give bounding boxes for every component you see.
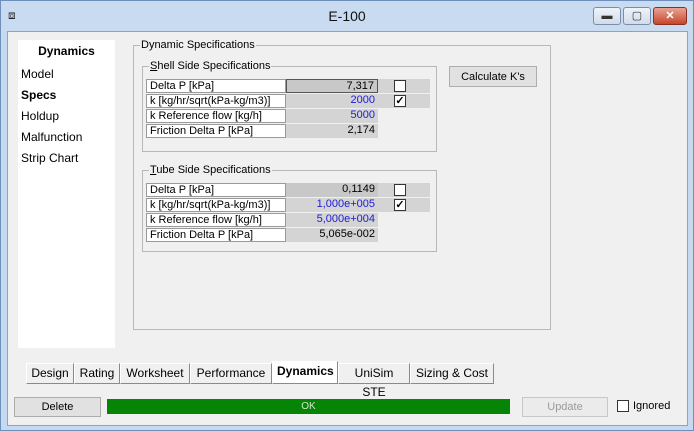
nav-item-malfunction[interactable]: Malfunction (21, 130, 82, 144)
tab-strip: Design Rating Worksheet Performance Dyna… (26, 361, 496, 399)
tube-delta-p-label: Delta P [kPa] (146, 183, 286, 197)
update-button[interactable]: Update (522, 397, 608, 417)
tube-k-ref-flow-label: k Reference flow [kg/h] (146, 213, 286, 227)
nav-item-model[interactable]: Model (21, 67, 54, 81)
ignored-label: Ignored (633, 400, 671, 412)
dynamic-specifications-group: Dynamic Specifications Shell Side Specif… (133, 38, 551, 330)
tube-k-label: k [kg/hr/sqrt(kPa-kg/m3)] (146, 198, 286, 212)
shell-k-value[interactable]: 2000 (286, 94, 378, 108)
calculate-ks-button[interactable]: Calculate K's (449, 66, 537, 87)
window-client-area: Dynamics Model Specs Holdup Malfunction … (7, 31, 688, 426)
tube-friction-dp-value: 5,065e-002 (286, 228, 378, 242)
tube-k-checkbox[interactable]: ✓ (394, 199, 406, 211)
shell-side-grid: Delta P [kPa] 7,317 k [kg/hr/sqrt(kPa-kg… (146, 79, 431, 145)
minimize-button[interactable]: ▬ (593, 7, 621, 25)
tab-dynamics[interactable]: Dynamics (272, 361, 338, 384)
shell-delta-p-label: Delta P [kPa] (146, 79, 286, 93)
tube-friction-dp-label: Friction Delta P [kPa] (146, 228, 286, 242)
tab-unisim-ste[interactable]: UniSim STE (338, 363, 410, 399)
tab-design[interactable]: Design (26, 363, 74, 384)
window-title: E-100 (328, 8, 366, 24)
delete-button[interactable]: Delete (14, 397, 101, 417)
nav-item-specs[interactable]: Specs (21, 88, 56, 102)
nav-item-strip-chart[interactable]: Strip Chart (21, 151, 78, 165)
shell-friction-dp-label: Friction Delta P [kPa] (146, 124, 286, 138)
close-button[interactable]: ✕ (653, 7, 687, 25)
tab-worksheet[interactable]: Worksheet (120, 363, 190, 384)
tube-k-value[interactable]: 1,000e+005 (286, 198, 378, 212)
ignored-checkbox[interactable] (617, 400, 629, 412)
tab-sizing-cost[interactable]: Sizing & Cost (410, 363, 494, 384)
maximize-button[interactable]: ▢ (623, 7, 651, 25)
shell-side-group: Shell Side Specifications Delta P [kPa] … (142, 59, 437, 152)
shell-k-checkbox[interactable]: ✓ (394, 95, 406, 107)
exchanger-window: ⧈ E-100 ▬ ▢ ✕ Dynamics Model Specs Holdu… (0, 0, 694, 431)
tube-delta-p-checkbox[interactable] (394, 184, 406, 196)
tube-side-title: Tube Side Specifications (149, 163, 272, 177)
dynamic-specifications-title: Dynamic Specifications (140, 38, 256, 52)
shell-friction-dp-value: 2,174 (286, 124, 378, 138)
shell-k-label: k [kg/hr/sqrt(kPa-kg/m3)] (146, 94, 286, 108)
tube-side-group: Tube Side Specifications Delta P [kPa] 0… (142, 163, 437, 252)
shell-side-title: Shell Side Specifications (149, 59, 272, 73)
shell-k-ref-flow-label: k Reference flow [kg/h] (146, 109, 286, 123)
shell-delta-p-checkbox[interactable] (394, 80, 406, 92)
tube-k-ref-flow-value[interactable]: 5,000e+004 (286, 213, 378, 227)
shell-k-ref-flow-value[interactable]: 5000 (286, 109, 378, 123)
nav-heading: Dynamics (38, 44, 95, 58)
tube-delta-p-value[interactable]: 0,1149 (286, 183, 378, 197)
tab-performance[interactable]: Performance (190, 363, 272, 384)
tab-rating[interactable]: Rating (74, 363, 120, 384)
status-bar: OK (107, 399, 510, 414)
page-navigation-list: Dynamics Model Specs Holdup Malfunction … (18, 40, 115, 348)
shell-delta-p-value[interactable]: 7,317 (286, 79, 378, 93)
tube-side-grid: Delta P [kPa] 0,1149 k [kg/hr/sqrt(kPa-k… (146, 183, 431, 249)
nav-item-holdup[interactable]: Holdup (21, 109, 59, 123)
title-bar[interactable]: ⧈ E-100 ▬ ▢ ✕ (1, 1, 693, 31)
